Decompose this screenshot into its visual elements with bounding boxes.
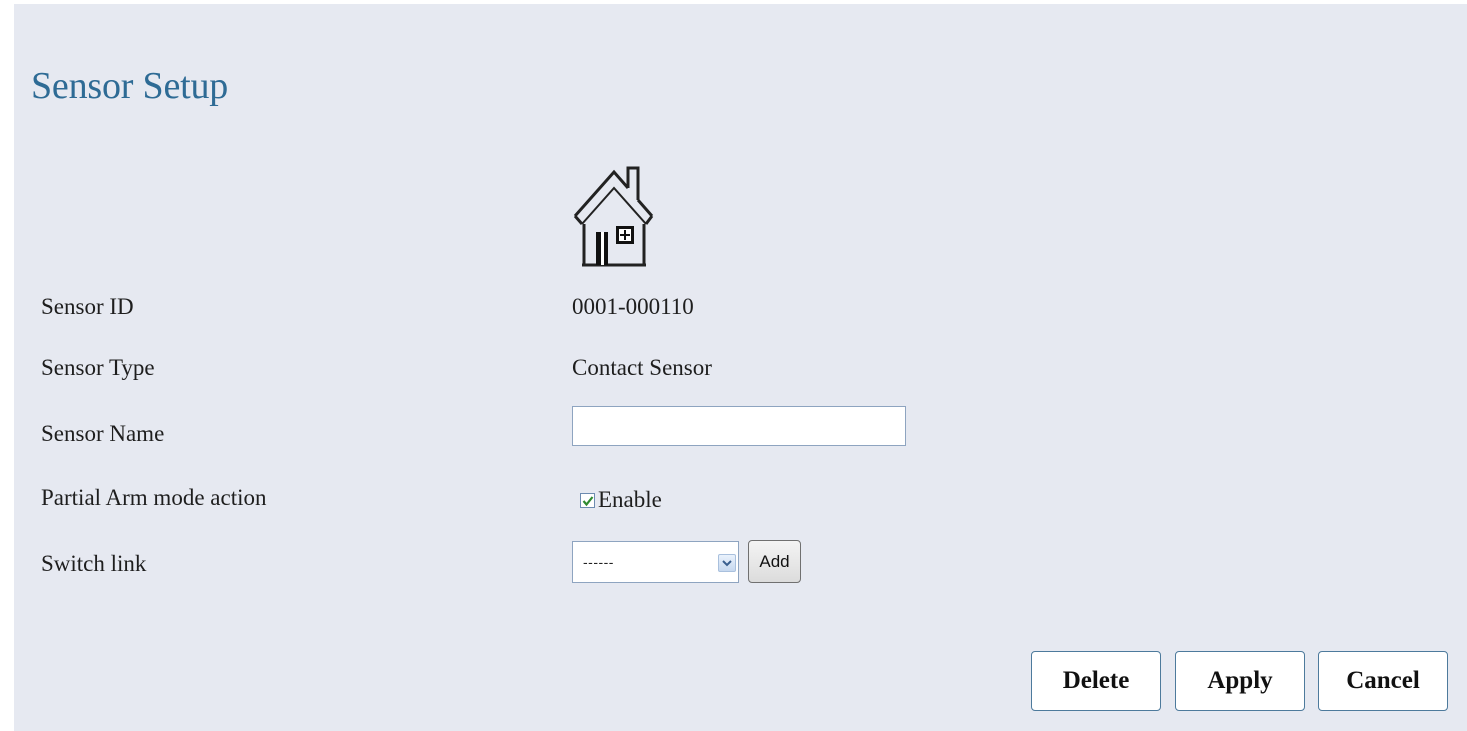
apply-button[interactable]: Apply: [1175, 651, 1305, 711]
page-title: Sensor Setup: [31, 65, 229, 107]
sensor-type-value: Contact Sensor: [572, 355, 712, 380]
switch-link-selected-value: ------: [583, 554, 614, 570]
partial-arm-enable-row: Enable: [580, 486, 662, 514]
chevron-down-icon[interactable]: [718, 554, 736, 572]
switch-link-select[interactable]: ------: [572, 541, 739, 583]
switch-link-label: Switch link: [41, 551, 147, 576]
house-icon: [572, 164, 654, 268]
delete-button[interactable]: Delete: [1031, 651, 1161, 711]
sensor-id-label: Sensor ID: [41, 294, 134, 319]
partial-arm-label: Partial Arm mode action: [41, 485, 267, 510]
partial-arm-enable-label: Enable: [598, 487, 662, 512]
cancel-button[interactable]: Cancel: [1318, 651, 1448, 711]
sensor-type-label: Sensor Type: [41, 355, 155, 380]
sensor-name-input[interactable]: [572, 406, 906, 446]
checkmark-icon: [582, 495, 594, 506]
partial-arm-enable-checkbox[interactable]: [580, 492, 595, 508]
sensor-id-value: 0001-000110: [572, 294, 694, 319]
switch-link-add-button[interactable]: Add: [748, 540, 801, 583]
settings-panel: [14, 4, 1467, 731]
sensor-name-label: Sensor Name: [41, 421, 165, 446]
